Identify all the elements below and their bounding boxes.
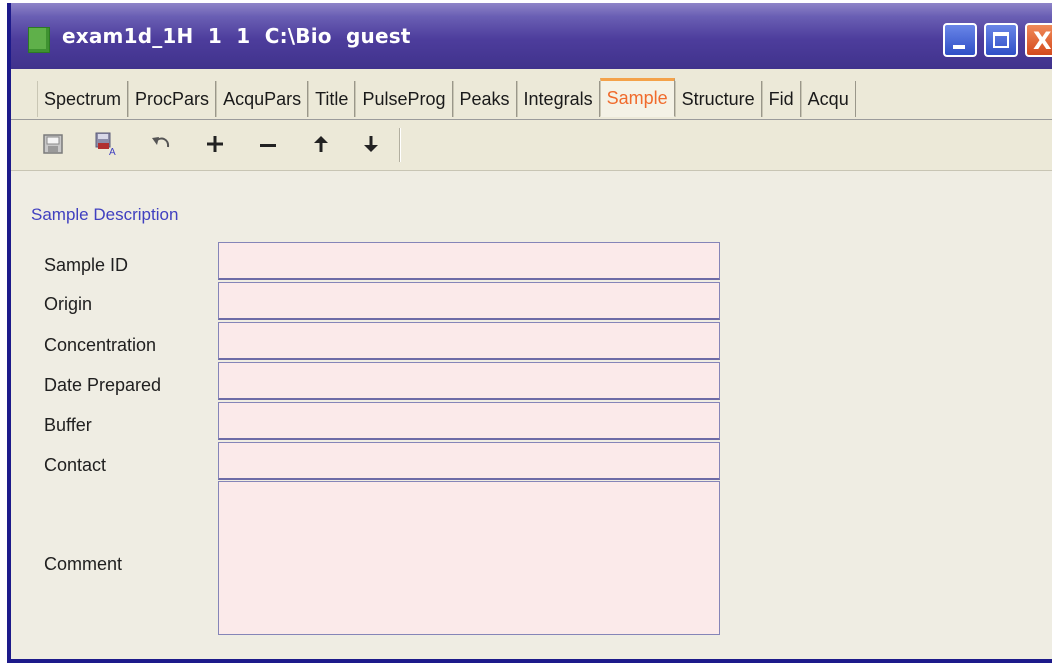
section-title: Sample Description [31,205,179,224]
remove-button[interactable] [254,130,282,158]
sample-id-field[interactable] [218,242,720,280]
save-as-button[interactable]: A [93,130,121,158]
buffer-label: Buffer [44,415,92,435]
close-button[interactable]: X [1025,23,1052,57]
maximize-button[interactable] [984,23,1018,57]
tab-procpars[interactable]: ProcPars [128,81,217,117]
app-icon [28,27,50,53]
contact-field[interactable] [218,442,720,480]
tab-acqu[interactable]: Acqu [800,81,856,117]
move-down-button[interactable] [357,130,385,158]
tab-fid[interactable]: Fid [761,81,801,117]
date-prepared-label: Date Prepared [44,375,162,395]
comment-field[interactable] [218,481,720,635]
toolbar: A [11,120,1052,171]
origin-label: Origin [44,294,93,314]
remove-icon [260,144,276,147]
tab-title[interactable]: Title [308,81,356,117]
tab-spectrum[interactable]: Spectrum [37,81,129,117]
date-prepared-field[interactable] [218,362,720,400]
sample-panel: Sample Description Sample ID Origin Conc… [11,171,1052,659]
minimize-button[interactable] [943,23,977,57]
tab-sample[interactable]: Sample [599,78,675,117]
comment-label: Comment [44,554,123,574]
svg-text:A: A [109,147,116,157]
toolbar-separator [399,128,401,162]
move-down-icon [364,136,378,152]
concentration-field[interactable] [218,322,720,360]
close-icon: X [1033,27,1052,55]
tab-pulseprog[interactable]: PulseProg [355,81,453,117]
tab-acqupars[interactable]: AcquPars [216,81,309,117]
tab-integrals[interactable]: Integrals [516,81,600,117]
title-bar[interactable]: exam1d_1H 1 1 C:\Bio guest X [11,3,1052,69]
tab-structure[interactable]: Structure [674,81,762,117]
save-icon [43,134,63,154]
buffer-field[interactable] [218,402,720,440]
undo-button[interactable] [147,130,175,158]
add-button[interactable] [201,130,229,158]
move-up-icon [314,136,328,152]
origin-field[interactable] [218,282,720,320]
contact-label: Contact [44,455,107,475]
add-icon [207,136,223,152]
undo-icon [152,137,170,148]
tab-bar: Spectrum ProcPars AcquPars Title PulsePr… [11,69,1052,120]
tab-peaks[interactable]: Peaks [452,81,517,117]
maximize-icon [993,32,1009,48]
move-up-button[interactable] [307,130,335,158]
tab-strip: Spectrum ProcPars AcquPars Title PulsePr… [37,78,856,119]
application-window: exam1d_1H 1 1 C:\Bio guest X Spectrum Pr… [7,3,1052,663]
minimize-icon [953,45,965,49]
save-as-icon: A [95,132,116,157]
concentration-label: Concentration [44,335,157,355]
save-button[interactable] [39,130,67,158]
sample-id-label: Sample ID [44,255,129,275]
window-title: exam1d_1H 1 1 C:\Bio guest [62,24,411,48]
